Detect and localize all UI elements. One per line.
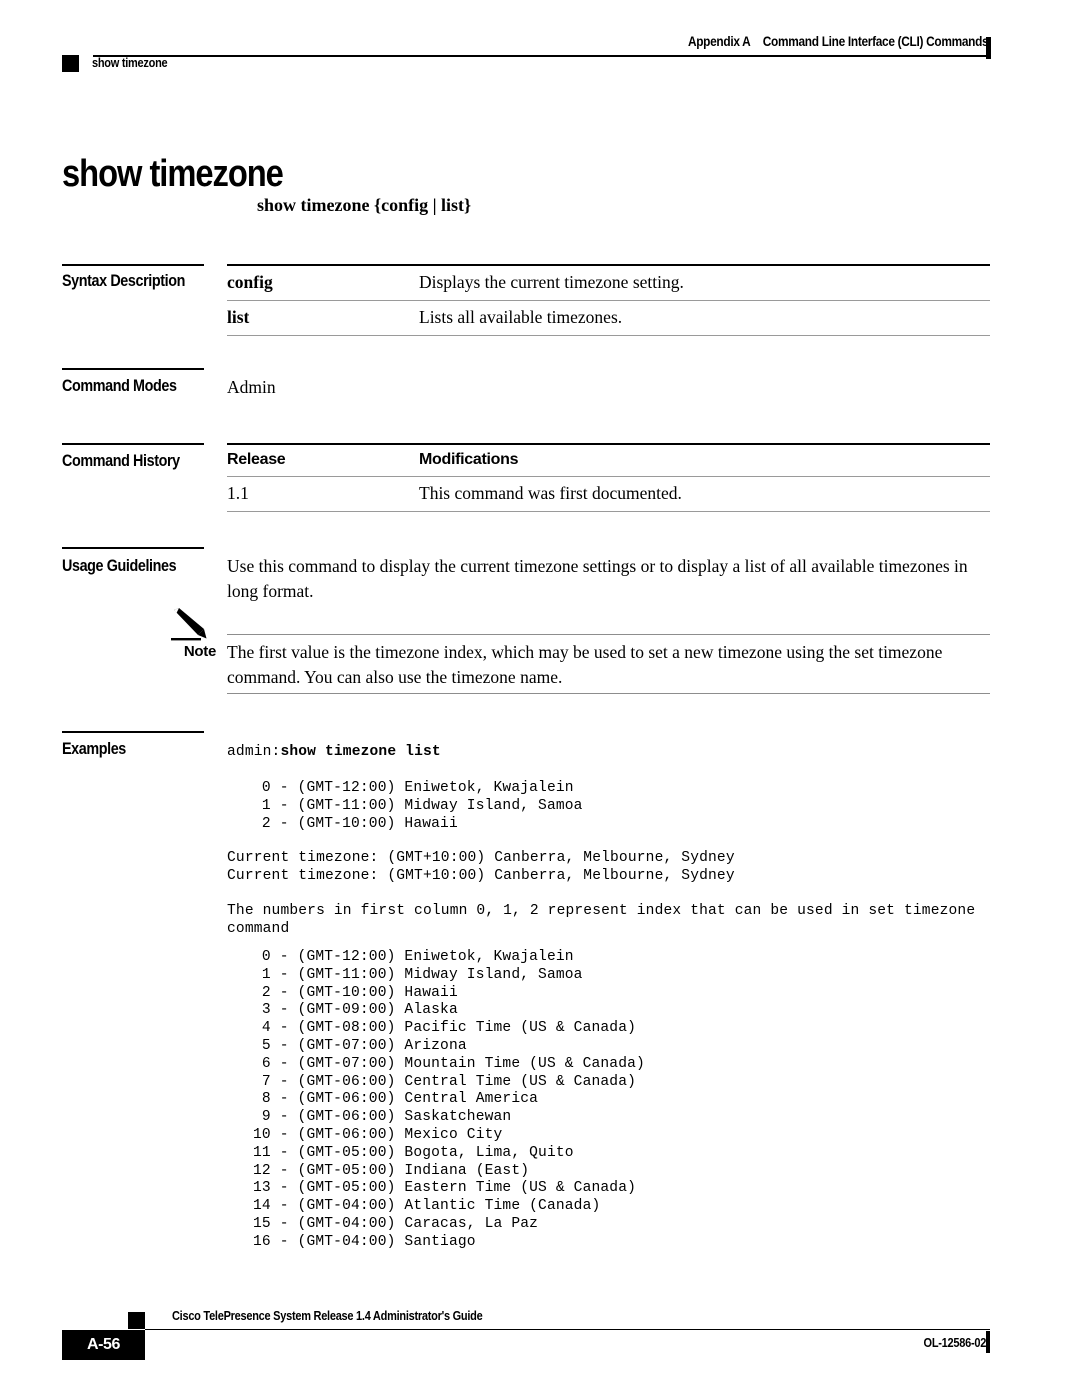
timezone-line: 9 - (GMT-06:00) Saskatchewan: [253, 1109, 512, 1126]
timezone-line: 5 - (GMT-07:00) Arizona: [253, 1037, 467, 1054]
timezone-line: 14 - (GMT-04:00) Atlantic Time (Canada): [253, 1198, 601, 1215]
timezone-line: 0 - (GMT-12:00) Eniwetok, Kwajalein: [253, 780, 574, 796]
footer-rule: [145, 1329, 990, 1331]
syntax-key: config: [227, 271, 273, 292]
timezone-line: 15 - (GMT-04:00) Caracas, La Paz: [253, 1215, 539, 1232]
current-timezone-line: Current timezone: (GMT+10:00) Canberra, …: [227, 850, 735, 866]
modifications-value: This command was first documented.: [419, 482, 682, 503]
column-header-release: Release: [227, 450, 286, 468]
header-rule: [93, 55, 990, 57]
footer-endcap-mark: [986, 1331, 990, 1353]
syntax-key: list: [227, 306, 250, 327]
timezone-line: 6 - (GMT-07:00) Mountain Time (US & Cana…: [253, 1055, 645, 1072]
timezone-line: 8 - (GMT-06:00) Central America: [253, 1091, 539, 1108]
footer-document-id: OL-12586-02: [923, 1336, 986, 1350]
header-running-head: show timezone: [92, 56, 168, 70]
timezone-line: 1 - (GMT-11:00) Midway Island, Samoa: [253, 797, 583, 814]
timezone-line: 0 - (GMT-12:00) Eniwetok, Kwajalein: [253, 949, 574, 965]
note-text: The first value is the timezone index, w…: [227, 642, 943, 687]
table-row: 1.1 This command was first documented.: [227, 477, 990, 511]
note-bottom-rule: [227, 693, 990, 695]
timezone-line: 13 - (GMT-05:00) Eastern Time (US & Cana…: [253, 1180, 637, 1197]
page-title: show timezone: [62, 153, 284, 196]
cli-command: show timezone list: [280, 744, 441, 760]
timezone-line: 7 - (GMT-06:00) Central Time (US & Canad…: [253, 1073, 637, 1090]
section-label-syntax-description: Syntax Description: [62, 272, 185, 290]
page-header: Appendix A Command Line Interface (CLI) C…: [0, 0, 1080, 95]
table-bottom-rule: [227, 510, 990, 512]
syntax-value: Lists all available timezones.: [419, 306, 623, 327]
timezone-line: 10 - (GMT-06:00) Mexico City: [253, 1126, 503, 1143]
footer-page-number: A-56: [86, 1336, 121, 1353]
header-bullet-square: [62, 55, 79, 72]
column-header-modifications: Modifications: [419, 450, 519, 468]
syntax-description-table: config Displays the current timezone set…: [227, 264, 990, 336]
table-bottom-rule: [227, 334, 990, 336]
example-explanation: The numbers in first column 0, 1, 2 repr…: [227, 903, 975, 939]
usage-guidelines-label-rule: [62, 547, 204, 549]
table-row: config Displays the current timezone set…: [227, 266, 990, 300]
command-history-label-rule: [62, 443, 204, 445]
page-footer: Cisco TelePresence System Release 1.4 Ad…: [0, 1300, 1080, 1397]
section-label-command-history: Command History: [62, 452, 180, 470]
explanation-line: command: [227, 920, 290, 937]
header-chapter-info: Appendix A Command Line Interface (CLI) C…: [687, 34, 989, 49]
timezone-line: 16 - (GMT-04:00) Santiago: [253, 1233, 476, 1250]
command-modes-value: Admin: [227, 377, 276, 397]
timezone-line: 4 - (GMT-08:00) Pacific Time (US & Canad…: [253, 1020, 637, 1037]
timezone-line: 2 - (GMT-10:00) Hawaii: [253, 984, 458, 1001]
timezone-line: 3 - (GMT-09:00) Alaska: [253, 1002, 458, 1019]
table-row: list Lists all available timezones.: [227, 301, 990, 335]
example-current-timezone: Current timezone: (GMT+10:00) Canberra, …: [227, 850, 735, 886]
examples-label-rule: [62, 731, 204, 733]
note-label: Note: [183, 643, 216, 660]
header-appendix-label: Appendix A: [687, 34, 751, 49]
cli-prompt: admin:: [227, 744, 281, 760]
footer-guide-title: Cisco TelePresence System Release 1.4 Ad…: [172, 1309, 483, 1323]
note-top-rule: [227, 634, 990, 636]
example-full-list: 0 - (GMT-12:00) Eniwetok, Kwajalein 1 - …: [227, 949, 645, 1252]
command-syntax: show timezone {config | list}: [257, 195, 472, 215]
footer-bullet-square: [128, 1312, 145, 1329]
pencil-icon: [168, 608, 212, 642]
timezone-line: 1 - (GMT-11:00) Midway Island, Samoa: [253, 966, 583, 983]
syntax-description-label-rule: [62, 264, 204, 266]
command-modes-label-rule: [62, 368, 204, 370]
release-value: 1.1: [227, 482, 249, 503]
timezone-line: 12 - (GMT-05:00) Indiana (East): [253, 1162, 530, 1179]
usage-guidelines-text: Use this command to display the current …: [227, 556, 968, 601]
explanation-line: The numbers in first column 0, 1, 2 repr…: [227, 903, 976, 919]
syntax-value: Displays the current timezone setting.: [419, 271, 684, 292]
example-short-list: 0 - (GMT-12:00) Eniwetok, Kwajalein 1 - …: [227, 780, 583, 833]
command-history-table: Release Modifications 1.1 This command w…: [227, 443, 990, 512]
example-command-line: admin:show timezone list: [227, 744, 441, 762]
section-label-command-modes: Command Modes: [62, 377, 177, 395]
header-chapter-title: Command Line Interface (CLI) Commands: [762, 34, 988, 49]
section-label-examples: Examples: [62, 740, 126, 758]
table-header-row: Release Modifications: [227, 445, 990, 476]
timezone-line: 11 - (GMT-05:00) Bogota, Lima, Quito: [253, 1144, 574, 1161]
current-timezone-line: Current timezone: (GMT+10:00) Canberra, …: [227, 867, 735, 884]
timezone-line: 2 - (GMT-10:00) Hawaii: [253, 815, 458, 832]
section-label-usage-guidelines: Usage Guidelines: [62, 557, 177, 575]
